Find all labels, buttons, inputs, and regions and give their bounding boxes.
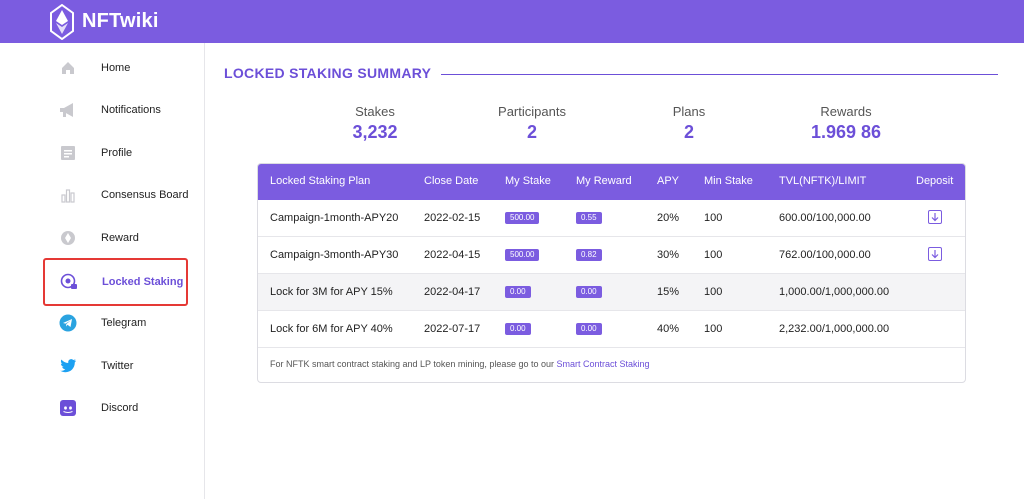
stat-value: 2 (526, 122, 537, 142)
sidebar-item-locked-staking[interactable]: Locked Staking (43, 258, 188, 306)
table-row: Lock for 6M for APY 40% 2022-07-17 0.00 … (258, 311, 965, 348)
column-header[interactable]: APY (657, 175, 679, 187)
main-content: LOCKED STAKING SUMMARY Stakes 3,232 Part… (205, 43, 1024, 499)
tvl-limit-value: 2,232.00/1,000,000.00 (779, 323, 890, 335)
min-stake-value: 100 (704, 286, 723, 298)
table-footer-note: For NFTK smart contract staking and LP t… (270, 359, 650, 369)
table-row: Campaign-1month-APY20 2022-02-15 500.00 … (258, 200, 965, 237)
sidebar-item-label: Locked Staking (102, 276, 184, 288)
sidebar-item-label: Notifications (101, 104, 161, 116)
my-stake-badge: 0.00 (505, 286, 531, 298)
column-header[interactable]: Locked Staking Plan (270, 175, 370, 187)
column-header[interactable]: TVL(NFTK)/LIMIT (779, 175, 866, 187)
telegram-icon (58, 313, 78, 333)
section-header: LOCKED STAKING SUMMARY (224, 65, 431, 81)
column-header[interactable]: Close Date (424, 175, 478, 187)
column-header[interactable]: My Stake (505, 175, 551, 187)
table-row: Lock for 3M for APY 15% 2022-04-17 0.00 … (258, 274, 965, 311)
sidebar-item-profile[interactable]: Profile (44, 135, 188, 171)
table-row: Campaign-3month-APY30 2022-04-15 500.00 … (258, 237, 965, 274)
stat-value: 1.969 86 (810, 122, 882, 142)
apy-value: 40% (657, 323, 680, 335)
sidebar-item-label: Reward (101, 232, 139, 244)
sidebar-item-label: Twitter (101, 360, 134, 372)
megaphone-icon (58, 100, 78, 120)
profile-card-icon (58, 143, 78, 163)
sidebar-item-home[interactable]: Home (44, 50, 188, 86)
stat-label: Rewards (820, 104, 872, 119)
footer-text: For NFTK smart contract staking and LP t… (270, 359, 557, 369)
deposit-button[interactable] (928, 247, 942, 261)
plan-name: Lock for 6M for APY 40% (270, 323, 393, 335)
close-date: 2022-02-15 (424, 212, 481, 224)
stat-label: Plans (672, 104, 706, 119)
plan-name: Campaign-3month-APY30 (270, 249, 399, 261)
sidebar-item-notifications[interactable]: Notifications (44, 92, 188, 128)
title-divider (441, 74, 998, 75)
stat-value: 2 (683, 122, 694, 142)
discord-icon (58, 398, 78, 418)
deposit-button[interactable] (928, 210, 942, 224)
sidebar-item-reward[interactable]: Reward (44, 220, 188, 256)
top-bar: NFTwiki (0, 0, 1024, 43)
sidebar-item-label: Profile (101, 147, 133, 159)
stat-label: Participants (498, 104, 566, 119)
my-stake-badge: 0.00 (505, 323, 531, 335)
plan-name: Lock for 3M for APY 15% (270, 286, 393, 298)
logo[interactable]: NFTwiki (50, 3, 159, 40)
page-title: LOCKED STAKING SUMMARY (224, 65, 432, 81)
column-header[interactable]: Min Stake (704, 175, 753, 187)
plan-name: Campaign-1month-APY20 (270, 212, 399, 224)
my-reward-badge: 0.82 (576, 249, 602, 261)
staking-table: Locked Staking Plan Close Date My Stake … (257, 163, 966, 383)
sidebar-item-telegram[interactable]: Telegram (44, 305, 188, 341)
min-stake-value: 100 (704, 323, 723, 335)
locked-staking-icon (59, 272, 79, 292)
twitter-icon (58, 356, 78, 376)
min-stake-value: 100 (704, 212, 723, 224)
sidebar-item-label: Consensus Board (101, 189, 189, 201)
sidebar-item-discord[interactable]: Discord (44, 390, 188, 426)
stat-stakes: Stakes 3,232 (305, 104, 445, 143)
stat-plans: Plans 2 (619, 104, 759, 143)
nftwiki-logo-icon (50, 3, 74, 40)
sidebar-item-label: Home (101, 62, 131, 74)
min-stake-value: 100 (704, 249, 723, 261)
sidebar-item-consensus-board[interactable]: Consensus Board (44, 177, 188, 213)
smart-contract-staking-link[interactable]: Smart Contract Staking (556, 359, 649, 369)
sidebar-item-label: Telegram (101, 317, 147, 329)
arrow-down-icon (931, 250, 939, 259)
arrow-down-icon (931, 213, 939, 222)
my-reward-badge: 0.00 (576, 323, 602, 335)
stat-rewards: Rewards 1.969 86 (776, 104, 916, 143)
my-reward-badge: 0.00 (576, 286, 602, 298)
tvl-limit-value: 1,000.00/1,000,000.00 (779, 286, 890, 298)
apy-value: 30% (657, 249, 680, 261)
stat-label: Stakes (355, 104, 395, 119)
table-header: Locked Staking Plan Close Date My Stake … (258, 164, 965, 200)
column-header: Deposit (916, 175, 954, 187)
tvl-limit-value: 762.00/100,000.00 (779, 249, 871, 261)
close-date: 2022-04-17 (424, 286, 481, 298)
column-header[interactable]: My Reward (576, 175, 632, 187)
home-icon (58, 58, 78, 78)
app-name: NFTwiki (82, 10, 159, 32)
ethereum-icon (58, 228, 78, 248)
close-date: 2022-07-17 (424, 323, 481, 335)
bar-chart-icon (58, 185, 78, 205)
apy-value: 20% (657, 212, 680, 224)
my-reward-badge: 0.55 (576, 212, 602, 224)
my-stake-badge: 500.00 (505, 249, 540, 261)
sidebar-item-label: Discord (101, 402, 139, 414)
sidebar-item-twitter[interactable]: Twitter (44, 348, 188, 384)
close-date: 2022-04-15 (424, 249, 481, 261)
sidebar: Home Notifications Profile Consensus Boa… (0, 43, 205, 499)
stat-value: 3,232 (352, 122, 398, 142)
apy-value: 15% (657, 286, 680, 298)
stat-participants: Participants 2 (462, 104, 602, 143)
my-stake-badge: 500.00 (505, 212, 540, 224)
tvl-limit-value: 600.00/100,000.00 (779, 212, 871, 224)
